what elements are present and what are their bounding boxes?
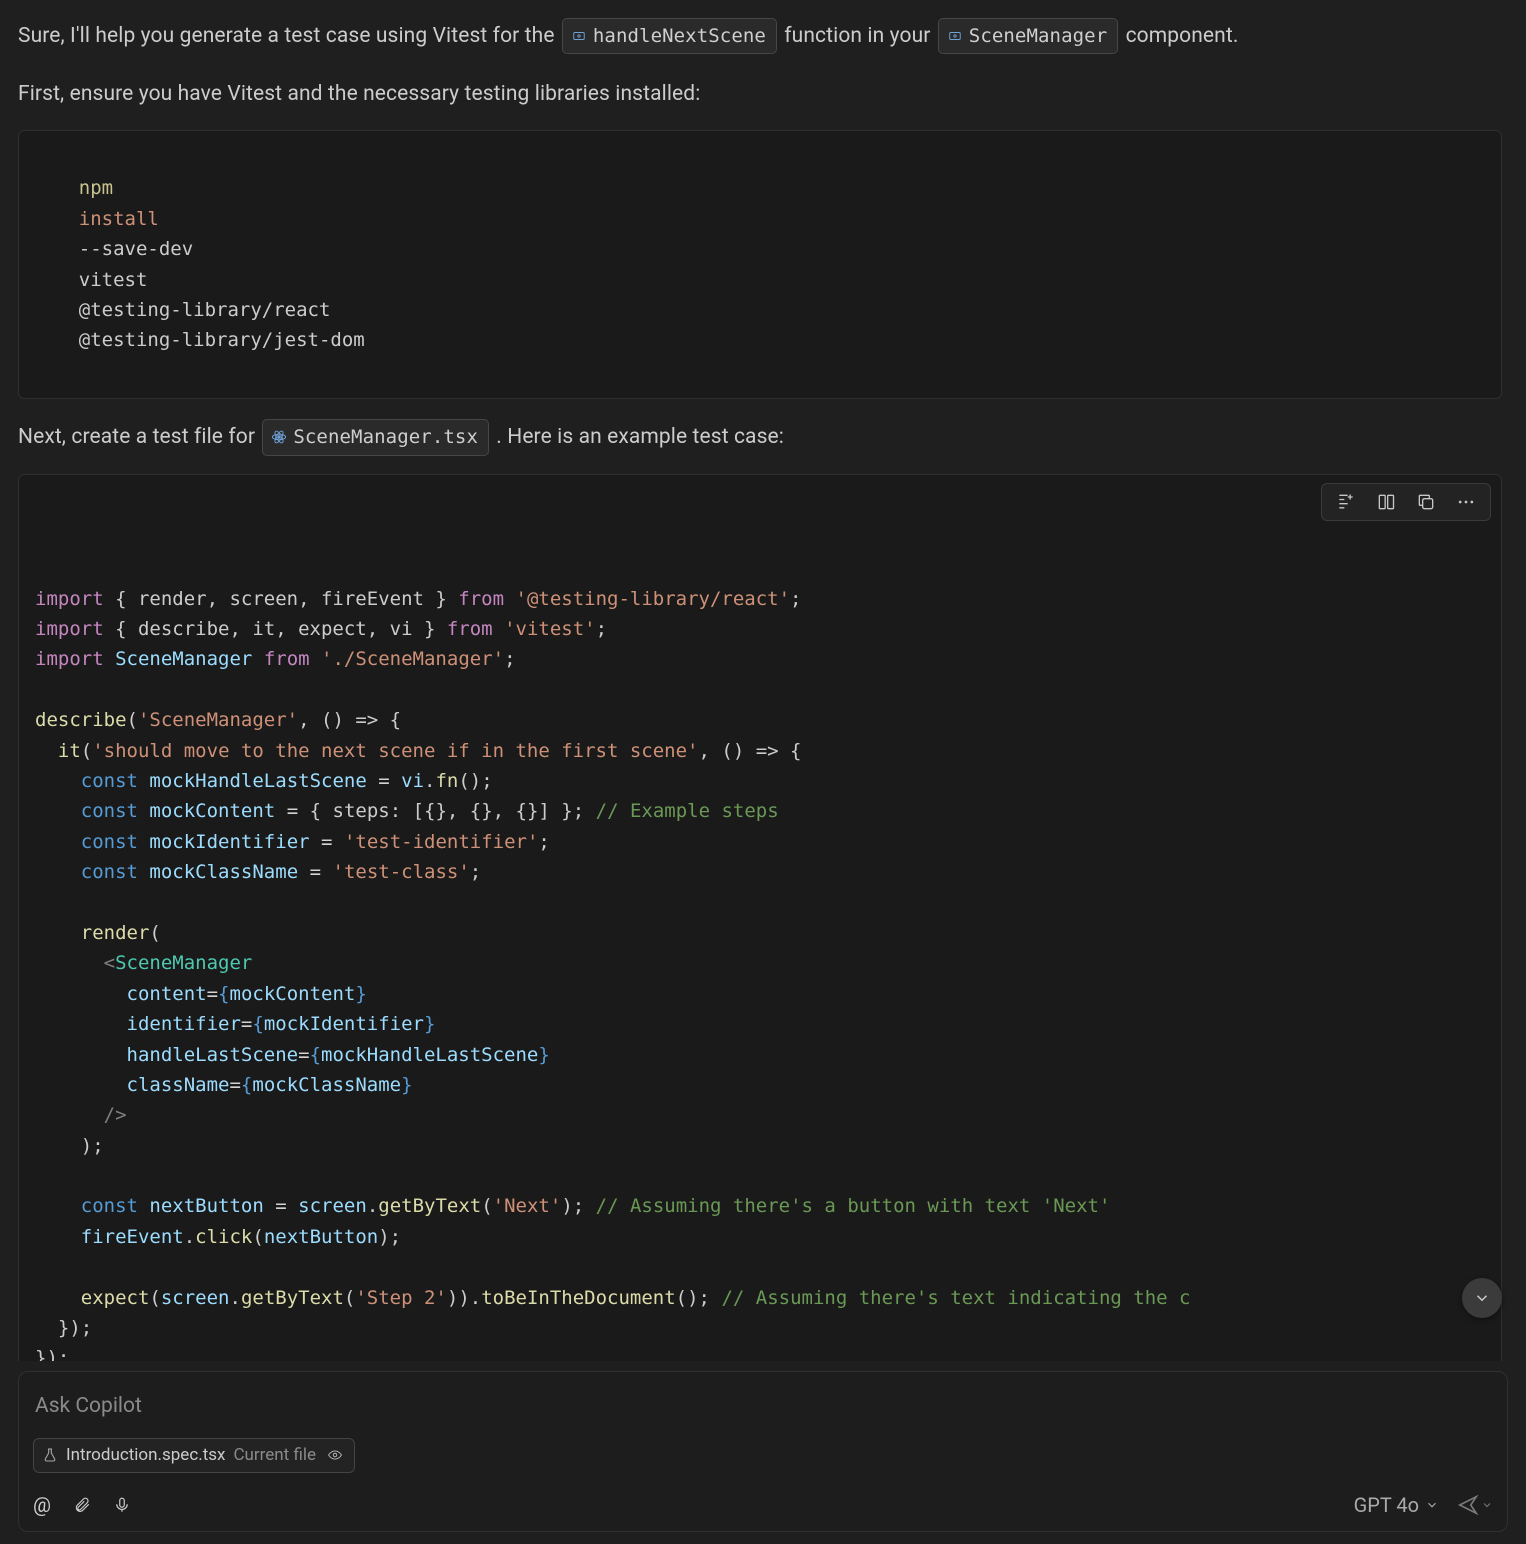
intro-text-3b: . Here is an example test case:	[496, 425, 784, 449]
attach-button[interactable]	[73, 1489, 91, 1521]
context-file-pill[interactable]: Introduction.spec.tsx Current file	[33, 1438, 355, 1473]
chevron-down-icon	[1481, 1499, 1493, 1511]
intro-text-2: First, ensure you have Vitest and the ne…	[18, 82, 700, 106]
cmd-token: @testing-library/jest-dom	[79, 329, 365, 351]
cmd-token: @testing-library/react	[79, 299, 331, 321]
component-pill-label: SceneManager	[969, 21, 1107, 51]
copy-button[interactable]	[1408, 488, 1444, 516]
insert-at-cursor-button[interactable]	[1328, 488, 1364, 516]
install-command-block: npm install --save-dev vitest @testing-l…	[18, 130, 1502, 399]
component-pill[interactable]: SceneManager	[938, 18, 1118, 54]
chat-input[interactable]: Ask Copilot	[33, 1386, 1493, 1434]
send-icon	[1457, 1494, 1479, 1516]
model-picker[interactable]: GPT 4o	[1354, 1489, 1439, 1521]
assistant-message: Sure, I'll help you generate a test case…	[18, 18, 1508, 1361]
context-file-name: Introduction.spec.tsx	[66, 1442, 225, 1469]
intro-paragraph-2: First, ensure you have Vitest and the ne…	[18, 78, 1502, 112]
mention-button[interactable]: @	[33, 1489, 51, 1521]
intro-paragraph-3: Next, create a test file for SceneManage…	[18, 419, 1502, 455]
intro-paragraph-1: Sure, I'll help you generate a test case…	[18, 18, 1502, 54]
cmd-token: npm	[79, 177, 113, 199]
test-code-block: import { render, screen, fireEvent } fro…	[18, 474, 1502, 1362]
scroll-down-button[interactable]	[1462, 1278, 1502, 1318]
function-pill[interactable]: handleNextScene	[562, 18, 777, 54]
flask-icon	[42, 1447, 58, 1463]
intro-text-1b: function in your	[784, 24, 936, 48]
chat-input-panel: Ask Copilot Introduction.spec.tsx Curren…	[18, 1371, 1508, 1532]
cmd-token: --save-dev	[79, 238, 193, 260]
input-footer: @ GPT 4o	[33, 1489, 1493, 1521]
cmd-token: vitest	[79, 269, 148, 291]
symbol-icon	[571, 29, 587, 43]
context-file-suffix: Current file	[233, 1442, 316, 1469]
code-toolbar	[1321, 483, 1491, 521]
send-button[interactable]	[1457, 1494, 1493, 1516]
voice-button[interactable]	[113, 1489, 131, 1521]
cmd-token: install	[79, 208, 159, 230]
function-pill-label: handleNextScene	[593, 21, 766, 51]
intro-text-3a: Next, create a test file for	[18, 425, 260, 449]
code-content: import { render, screen, fireEvent } fro…	[35, 584, 1485, 1361]
symbol-icon	[947, 29, 963, 43]
eye-icon	[326, 1448, 344, 1462]
intro-text-1a: Sure, I'll help you generate a test case…	[18, 24, 560, 48]
chevron-down-icon	[1425, 1498, 1439, 1512]
react-icon	[271, 429, 287, 445]
file-pill-label: SceneManager.tsx	[293, 422, 478, 452]
intro-text-1c: component.	[1126, 24, 1239, 48]
more-actions-button[interactable]	[1448, 488, 1484, 516]
model-label: GPT 4o	[1354, 1489, 1419, 1521]
file-pill[interactable]: SceneManager.tsx	[262, 419, 489, 455]
insert-new-file-button[interactable]	[1368, 488, 1404, 516]
